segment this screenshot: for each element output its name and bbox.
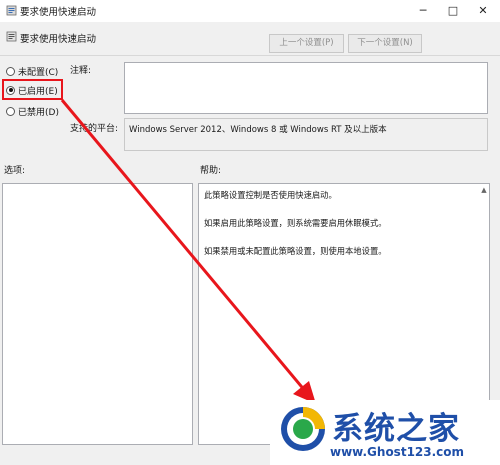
annotation-arrow bbox=[60, 99, 316, 404]
watermark-brand: 系统之家 bbox=[332, 411, 460, 447]
logo-icon bbox=[281, 407, 325, 451]
watermark-url: www.Ghost123.com bbox=[330, 445, 465, 459]
arrow-line bbox=[60, 99, 308, 393]
